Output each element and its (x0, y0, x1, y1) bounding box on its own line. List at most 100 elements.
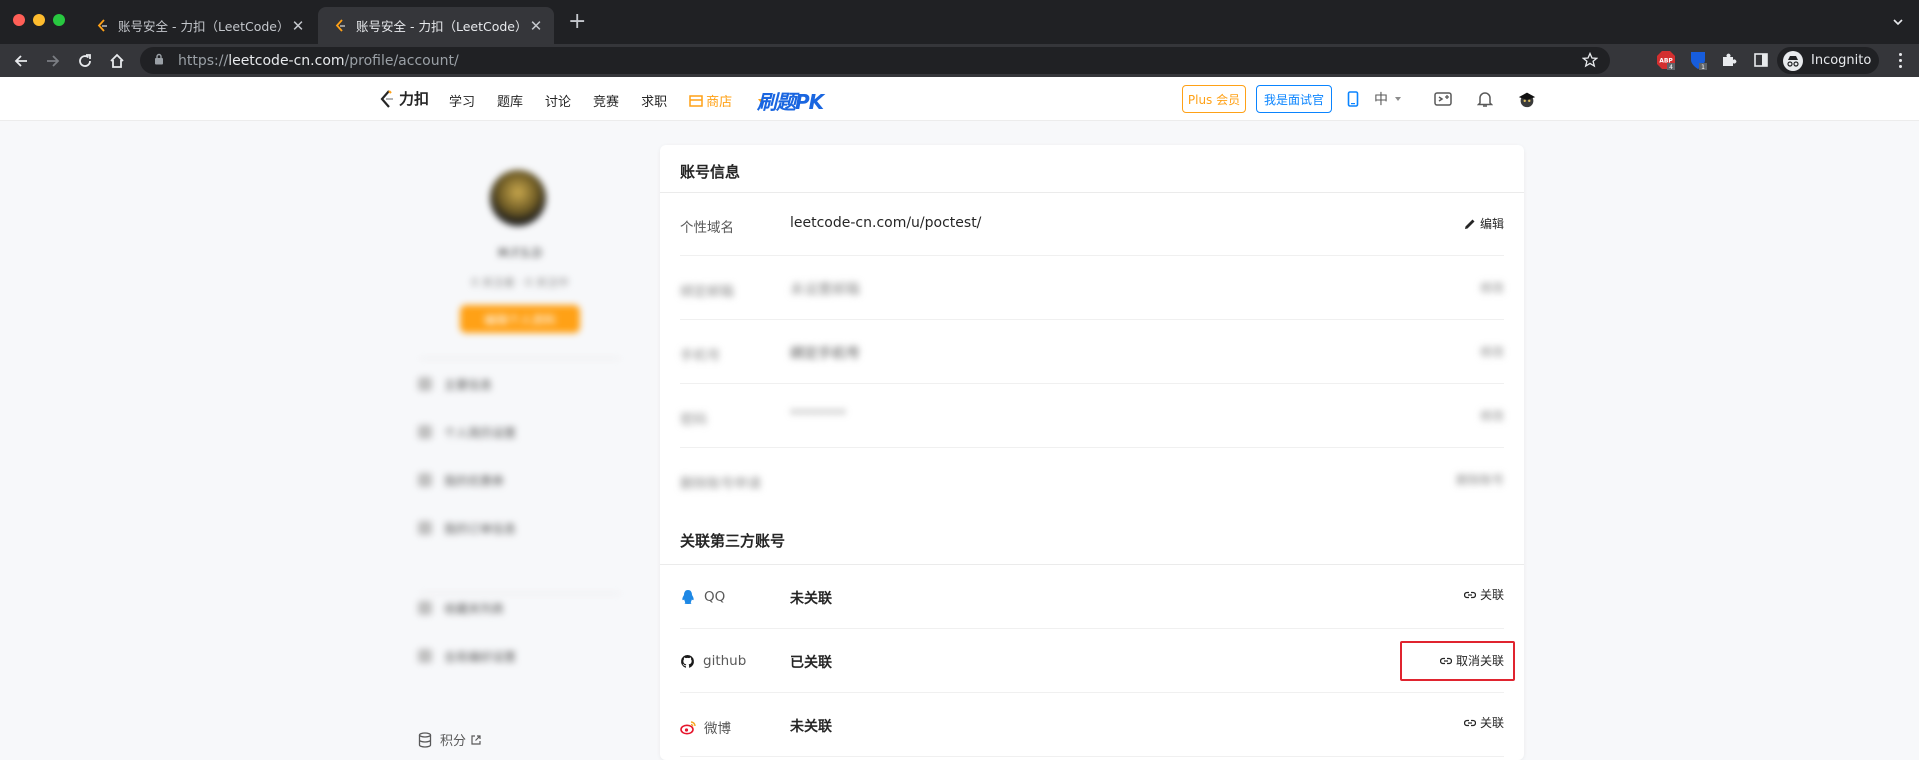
incognito-icon (1783, 50, 1803, 71)
nav-link-discuss[interactable]: 讨论 (545, 91, 571, 110)
tab-close-icon[interactable]: ✕ (290, 17, 306, 35)
account-row-phone: 手机号 绑定手机号 修改 (680, 320, 1504, 384)
edit-email-button[interactable]: 修改 (1480, 279, 1504, 296)
provider-name: github (703, 653, 747, 669)
maximize-window-button[interactable] (53, 14, 65, 26)
mobile-app-icon[interactable] (1343, 89, 1363, 109)
action-label: 关联 (1479, 716, 1504, 730)
provider-name: QQ (704, 589, 726, 605)
account-row-email: 绑定邮箱 未设置邮箱 修改 (680, 256, 1504, 320)
address-bar[interactable]: https:// leetcode-cn.com /profile/accoun… (140, 47, 1610, 74)
bitwarden-icon[interactable]: 1 (1688, 50, 1708, 70)
sidebar-item-label: 收藏夹列表 (444, 601, 505, 616)
nav-link-jobs[interactable]: 求职 (641, 91, 667, 110)
bookmark-star-icon[interactable] (1581, 51, 1599, 72)
delete-account-button[interactable]: 删除账号 (1456, 471, 1504, 488)
nav-link-shop[interactable]: 商店 (689, 91, 765, 110)
language-switcher[interactable]: 中 (1374, 89, 1402, 109)
nav-link-contest[interactable]: 竞赛 (593, 91, 619, 110)
leetcode-logo[interactable]: 力扣 (379, 88, 429, 109)
third-party-row-qq: QQ 未关联 关联 (680, 565, 1504, 629)
link-status: 已关联 (790, 655, 832, 671)
resume-icon (418, 425, 432, 439)
user-icon (418, 377, 432, 391)
sidebar-item-label: 我的优惠券 (444, 473, 505, 488)
settings-icon (418, 649, 432, 663)
tab-title: 账号安全 - 力扣（LeetCode） (118, 19, 290, 34)
tab-search-chevron-icon[interactable] (1891, 14, 1905, 28)
home-icon[interactable] (107, 51, 127, 71)
main-nav-links: 学习 题库 讨论 竞赛 求职 商店 (449, 91, 787, 110)
pencil-icon (1464, 219, 1475, 229)
link-status: 未关联 (790, 719, 832, 735)
sidebar-item-orders[interactable]: 我的订单信息 (418, 518, 516, 538)
url-scheme: https:// (178, 52, 229, 69)
sidebar-item-favorites[interactable]: 收藏夹列表 (418, 598, 504, 618)
edit-domain-button[interactable]: 编辑 (1464, 215, 1504, 232)
row-label: 绑定邮箱 (680, 284, 734, 300)
close-window-button[interactable] (13, 14, 25, 26)
sidebar-divider (420, 358, 620, 359)
playground-icon[interactable] (1433, 89, 1453, 109)
profile-followers: 0 关注者 · 0 关注中 (471, 276, 569, 289)
row-value: 未设置邮箱 (790, 282, 860, 298)
incognito-profile-button[interactable]: Incognito (1777, 47, 1879, 74)
browser-tab-inactive[interactable]: 账号安全 - 力扣（LeetCode） ✕ (80, 7, 316, 44)
reload-icon[interactable] (75, 51, 95, 71)
language-label: 中 (1374, 92, 1388, 108)
link-weibo-button[interactable]: 关联 (1463, 714, 1504, 731)
profile-name: M.F.S.D (498, 246, 542, 260)
row-value: leetcode-cn.com/u/poctest/ (790, 215, 982, 231)
pk-text: 刷题 (757, 90, 796, 114)
third-party-row-github: github 已关联 取消关联 (680, 629, 1504, 693)
sidebar-item-main-info[interactable]: 主要信息 (418, 374, 492, 394)
weibo-icon (680, 720, 696, 734)
sidebar-item-coupons[interactable]: 我的优惠券 (418, 470, 504, 490)
qq-icon (682, 590, 694, 604)
user-avatar[interactable] (1517, 89, 1537, 109)
browser-toolbar: https:// leetcode-cn.com /profile/accoun… (0, 44, 1919, 77)
third-party-title: 关联第三方账号 (680, 532, 786, 550)
row-value: ******** (790, 407, 846, 423)
browser-tab-active[interactable]: 账号安全 - 力扣（LeetCode） ✕ (318, 7, 554, 44)
external-link-icon (471, 734, 481, 745)
plus-member-button[interactable]: Plus 会员 (1182, 85, 1246, 113)
action-label: 编辑 (1479, 217, 1504, 231)
link-qq-button[interactable]: 关联 (1463, 586, 1504, 603)
profile-label: Incognito (1811, 53, 1872, 68)
logo-text: 力扣 (399, 90, 430, 108)
lock-icon (154, 53, 166, 69)
profile-avatar[interactable] (490, 170, 546, 226)
row-label: 个性域名 (680, 220, 734, 236)
forward-arrow-icon[interactable] (43, 51, 63, 71)
nav-link-learn[interactable]: 学习 (449, 91, 475, 110)
order-icon (418, 521, 432, 535)
nav-link-problems[interactable]: 题库 (497, 91, 523, 110)
notification-bell-icon[interactable] (1475, 89, 1495, 109)
pk-banner[interactable]: 刷题PK (757, 86, 824, 115)
browser-menu-icon[interactable] (1899, 53, 1903, 71)
back-arrow-icon[interactable] (11, 51, 31, 71)
minimize-window-button[interactable] (33, 14, 45, 26)
github-icon (681, 654, 694, 668)
edit-profile-button[interactable]: 编辑个人资料 (460, 305, 580, 333)
new-tab-button[interactable]: + (568, 11, 586, 33)
sidepanel-icon[interactable] (1751, 50, 1771, 70)
adblock-badge: 4 (1669, 64, 1673, 70)
tab-title: 账号安全 - 力扣（LeetCode） (356, 19, 528, 34)
pk-suffix: PK (795, 90, 824, 114)
sidebar-item-preferences[interactable]: 全局偏好设置 (418, 646, 516, 666)
interviewer-button[interactable]: 我是面试官 (1256, 85, 1332, 113)
puzzle-icon[interactable] (1719, 50, 1739, 70)
third-party-row-weibo: 微博 未关联 关联 (680, 693, 1504, 757)
edit-phone-button[interactable]: 修改 (1480, 343, 1504, 360)
tab-close-icon[interactable]: ✕ (528, 17, 544, 35)
leetcode-favicon-icon (334, 18, 348, 33)
points-label: 积分 (440, 734, 467, 749)
site-navbar: 力扣 学习 题库 讨论 竞赛 求职 商店 刷题PK Plus 会员 我是面试官 … (0, 77, 1919, 121)
sidebar-item-resume[interactable]: 个人简历设置 (418, 422, 516, 442)
leetcode-logo-icon (380, 89, 393, 108)
sidebar-item-points[interactable]: 积分 (418, 730, 490, 749)
edit-password-button[interactable]: 修改 (1480, 407, 1504, 424)
adblock-icon[interactable]: ABP 4 (1656, 50, 1676, 70)
